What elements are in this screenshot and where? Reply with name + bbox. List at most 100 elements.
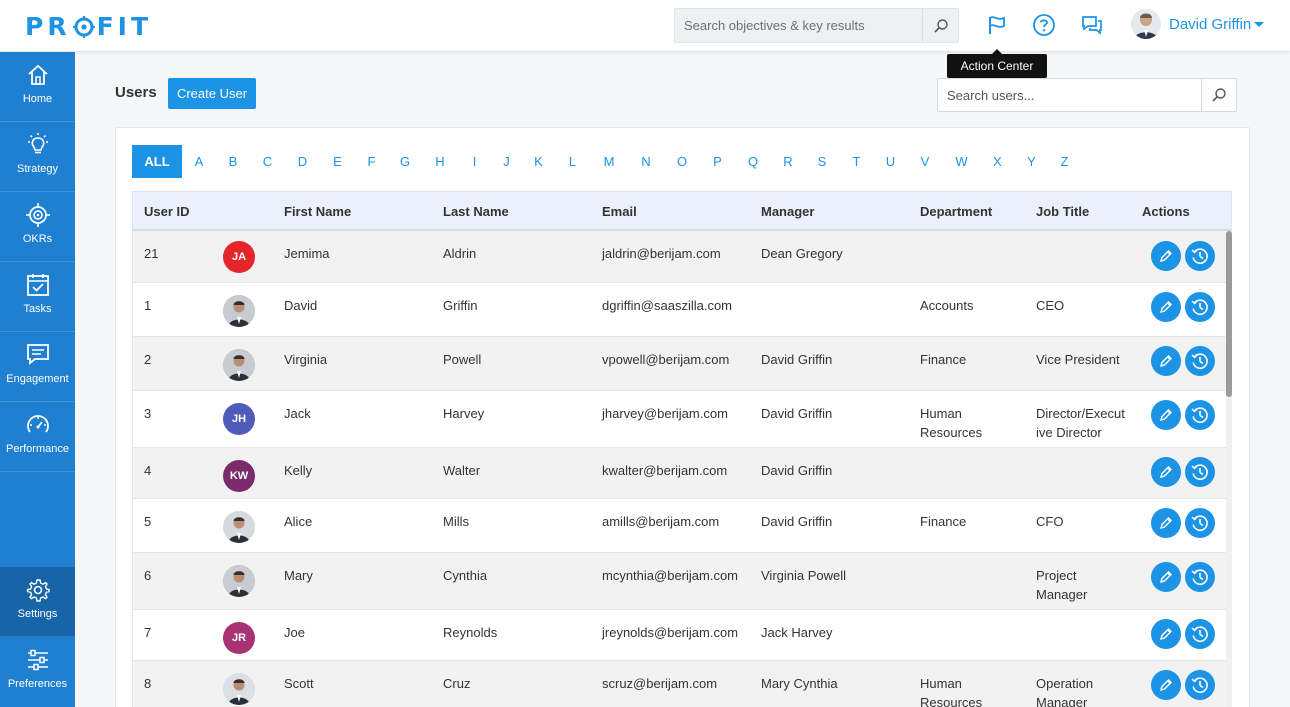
filter-letter-o[interactable]: O	[664, 145, 700, 178]
action-center-button[interactable]	[984, 12, 1010, 38]
user-menu[interactable]: David Griffin	[1131, 9, 1265, 39]
scrollbar-thumb[interactable]	[1226, 231, 1232, 397]
filter-letter-r[interactable]: R	[771, 145, 805, 178]
nav-label: Engagement	[6, 373, 69, 385]
history-clock-icon	[1191, 248, 1208, 264]
nav-tasks[interactable]: Tasks	[0, 262, 75, 332]
nav-performance[interactable]: Performance	[0, 402, 75, 472]
cell-id: 3	[144, 406, 152, 421]
filter-letter-k[interactable]: K	[522, 145, 555, 178]
filter-letter-l[interactable]: L	[555, 145, 590, 178]
filter-letter-p[interactable]: P	[700, 145, 735, 178]
nav-strategy[interactable]: Strategy	[0, 122, 75, 192]
cell-last: Cynthia	[443, 568, 488, 583]
filter-letter-m[interactable]: M	[590, 145, 628, 178]
filter-letter-c[interactable]: C	[250, 145, 285, 178]
user-history-button[interactable]	[1185, 562, 1215, 592]
edit-user-button[interactable]	[1151, 562, 1181, 592]
user-name: David Griffin	[1169, 15, 1252, 33]
edit-user-button[interactable]	[1151, 457, 1181, 487]
filter-letter-t[interactable]: T	[839, 145, 874, 178]
profit-logo[interactable]: PR FIT	[25, 11, 152, 41]
column-header-manager[interactable]: Manager	[761, 204, 814, 219]
edit-user-button[interactable]	[1151, 508, 1181, 538]
table-header: User ID First Name Last Name Email Manag…	[132, 191, 1232, 231]
user-history-button[interactable]	[1185, 670, 1215, 700]
pencil-icon	[1159, 628, 1172, 641]
user-search	[937, 78, 1237, 112]
edit-user-button[interactable]	[1151, 670, 1181, 700]
user-history-button[interactable]	[1185, 400, 1215, 430]
filter-letter-v[interactable]: V	[907, 145, 943, 178]
column-header-department[interactable]: Department	[920, 204, 992, 219]
column-header-first-name[interactable]: First Name	[284, 204, 351, 219]
avatar	[223, 295, 255, 327]
objectives-search-input[interactable]	[675, 9, 923, 42]
nav-preferences[interactable]: Preferences	[0, 637, 75, 707]
filter-letter-q[interactable]: Q	[735, 145, 771, 178]
chat-bubbles-icon	[1082, 16, 1102, 35]
edit-user-button[interactable]	[1151, 619, 1181, 649]
column-header-user-id[interactable]: User ID	[144, 204, 190, 219]
filter-letter-g[interactable]: G	[388, 145, 422, 178]
objectives-search-button[interactable]	[922, 9, 958, 42]
avatar-initials: JA	[231, 251, 247, 263]
filter-letter-d[interactable]: D	[285, 145, 320, 178]
column-header-email[interactable]: Email	[602, 204, 637, 219]
avatar: JH	[223, 403, 255, 435]
cell-email: kwalter@berijam.com	[602, 463, 728, 478]
cell-last: Powell	[443, 352, 482, 367]
edit-user-button[interactable]	[1151, 241, 1181, 271]
avatar-initials: KW	[229, 470, 249, 482]
user-search-input[interactable]	[938, 79, 1198, 111]
search-icon	[1212, 88, 1226, 102]
filter-letter-b[interactable]: B	[216, 145, 250, 178]
filter-letter-u[interactable]: U	[874, 145, 907, 178]
nav-home[interactable]: Home	[0, 52, 75, 122]
filter-letter-y[interactable]: Y	[1015, 145, 1048, 178]
edit-user-button[interactable]	[1151, 400, 1181, 430]
table-row: 5 Alice Mills amills@berijam.com David Griff…	[133, 499, 1226, 553]
column-header-last-name[interactable]: Last Name	[443, 204, 509, 219]
edit-user-button[interactable]	[1151, 346, 1181, 376]
filter-letter-e[interactable]: E	[320, 145, 355, 178]
user-history-button[interactable]	[1185, 619, 1215, 649]
nav-engagement[interactable]: Engagement	[0, 332, 75, 402]
user-history-button[interactable]	[1185, 457, 1215, 487]
column-header-job-title[interactable]: Job Title	[1036, 204, 1089, 219]
filter-letter-x[interactable]: X	[980, 145, 1015, 178]
cell-job-title: CEO	[1036, 298, 1065, 313]
avatar: JR	[223, 622, 255, 654]
user-history-button[interactable]	[1185, 292, 1215, 322]
filter-letter-h[interactable]: H	[422, 145, 458, 178]
user-search-button[interactable]	[1201, 79, 1236, 111]
nav-okrs[interactable]: OKRs	[0, 192, 75, 262]
filter-letter-w[interactable]: W	[943, 145, 980, 178]
table-scrollbar[interactable]	[1226, 231, 1232, 707]
filter-letter-n[interactable]: N	[628, 145, 664, 178]
user-history-button[interactable]	[1185, 241, 1215, 271]
filter-letter-j[interactable]: J	[491, 145, 522, 178]
cell-first: Mary	[284, 568, 313, 583]
user-history-button[interactable]	[1185, 346, 1215, 376]
nav-settings[interactable]: Settings	[0, 567, 75, 637]
filter-all[interactable]: ALL	[132, 145, 182, 178]
help-button[interactable]	[1031, 12, 1057, 38]
filter-letter-s[interactable]: S	[805, 145, 839, 178]
edit-user-button[interactable]	[1151, 292, 1181, 322]
cell-manager: Jack Harvey	[761, 625, 833, 640]
nav-label: OKRs	[22, 233, 53, 245]
sliders-icon	[27, 649, 48, 671]
cell-first: Alice	[284, 514, 313, 529]
user-history-button[interactable]	[1185, 508, 1215, 538]
filter-letter-i[interactable]: I	[458, 145, 491, 178]
cell-department: Accounts	[920, 298, 974, 313]
filter-letter-f[interactable]: F	[355, 145, 388, 178]
speedometer-icon	[26, 415, 49, 433]
messages-button[interactable]	[1079, 12, 1105, 38]
caret-down-icon	[1254, 21, 1265, 27]
cell-email: jharvey@berijam.com	[602, 406, 728, 421]
create-user-button[interactable]: Create User	[168, 78, 256, 109]
filter-letter-z[interactable]: Z	[1048, 145, 1081, 178]
filter-letter-a[interactable]: A	[182, 145, 216, 178]
